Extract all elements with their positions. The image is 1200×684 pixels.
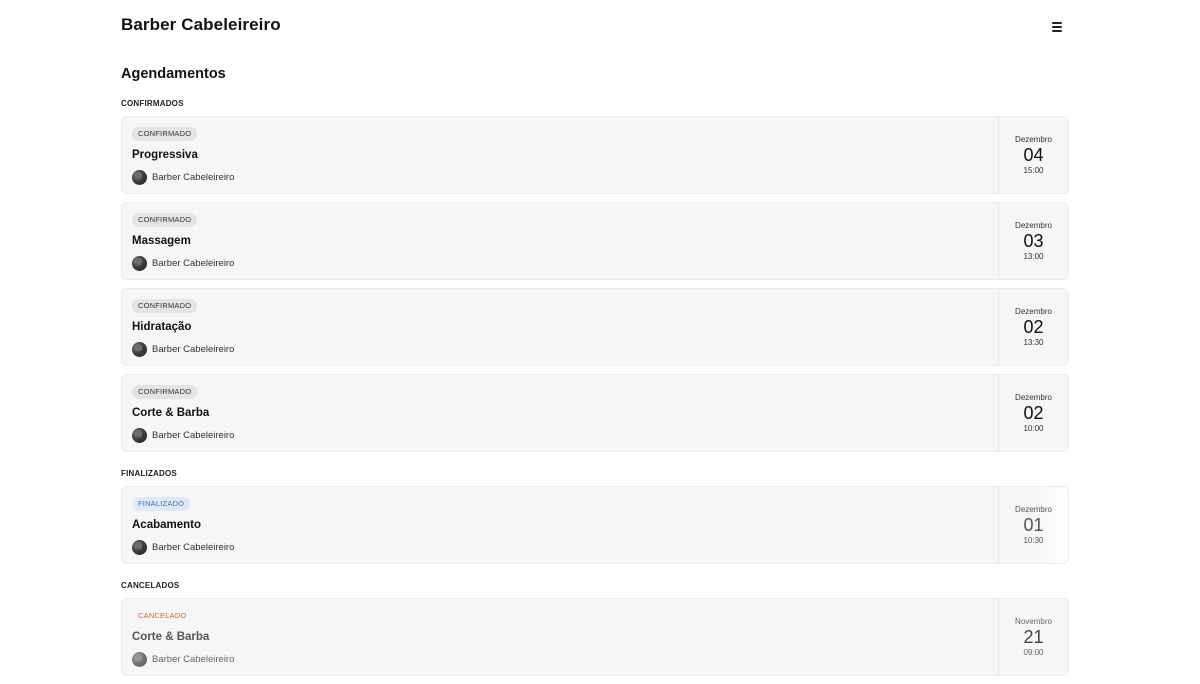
booking-time: 13:30	[1023, 338, 1044, 347]
barber-avatar	[132, 427, 147, 443]
service-name: Massagem	[132, 235, 191, 247]
booking-month: Dezembro	[1015, 135, 1052, 144]
booking-time: 10:30	[1023, 536, 1044, 545]
booking-day: 04	[1023, 145, 1044, 165]
booking-month: Dezembro	[1015, 505, 1052, 514]
barber-name: Barber Cabeleireiro	[152, 429, 235, 441]
status-badge: CONFIRMADO	[132, 213, 198, 227]
barber-name: Barber Cabeleireiro	[152, 257, 235, 269]
booking-card[interactable]: CONFIRMADO Massagem Barber Cabeleireiro …	[121, 202, 1069, 280]
booking-time: 13:00	[1023, 252, 1044, 261]
booking-date: Dezembro 02 13:30	[998, 289, 1068, 365]
booking-info: CONFIRMADO Progressiva Barber Cabeleirei…	[132, 117, 988, 193]
service-name: Corte & Barba	[132, 631, 210, 643]
booking-card[interactable]: FINALIZADO Acabamento Barber Cabeleireir…	[121, 486, 1069, 564]
booking-date: Novembro 21 09:00	[998, 599, 1068, 675]
barber-row: Barber Cabeleireiro	[132, 539, 234, 555]
barber-row: Barber Cabeleireiro	[132, 169, 234, 185]
booking-day: 02	[1023, 317, 1044, 337]
booking-day: 03	[1023, 231, 1044, 251]
service-name: Hidratação	[132, 321, 192, 333]
section-label-confirmed: CONFIRMADOS	[121, 99, 184, 108]
brand-title[interactable]: Barber Cabeleireiro	[121, 15, 281, 35]
status-badge: CONFIRMADO	[132, 385, 198, 399]
booking-month: Novembro	[1015, 617, 1052, 626]
barber-row: Barber Cabeleireiro	[132, 255, 234, 271]
service-name: Progressiva	[132, 149, 198, 161]
booking-time: 09:00	[1023, 648, 1044, 657]
section-label-cancelled: CANCELADOS	[121, 581, 180, 590]
booking-card[interactable]: CONFIRMADO Progressiva Barber Cabeleirei…	[121, 116, 1069, 194]
barber-name: Barber Cabeleireiro	[152, 171, 235, 183]
booking-time: 15:00	[1023, 166, 1044, 175]
barber-avatar	[132, 539, 147, 555]
booking-info: FINALIZADO Acabamento Barber Cabeleireir…	[132, 487, 988, 563]
barber-avatar	[132, 651, 147, 667]
booking-info: CONFIRMADO Hidratação Barber Cabeleireir…	[132, 289, 988, 365]
booking-info: CONFIRMADO Corte & Barba Barber Cabeleir…	[132, 375, 988, 451]
barber-name: Barber Cabeleireiro	[152, 343, 235, 355]
barber-row: Barber Cabeleireiro	[132, 341, 234, 357]
booking-card[interactable]: CANCELADO Corte & Barba Barber Cabeleire…	[121, 598, 1069, 676]
barber-avatar	[132, 255, 147, 271]
barber-name: Barber Cabeleireiro	[152, 653, 235, 665]
barber-avatar	[132, 341, 147, 357]
booking-card[interactable]: CONFIRMADO Hidratação Barber Cabeleireir…	[121, 288, 1069, 366]
barber-row: Barber Cabeleireiro	[132, 427, 234, 443]
status-badge: CONFIRMADO	[132, 127, 198, 141]
booking-date: Dezembro 04 15:00	[998, 117, 1068, 193]
booking-day: 01	[1023, 515, 1044, 535]
status-badge: CANCELADO	[138, 611, 187, 620]
hamburger-menu-icon[interactable]	[1047, 18, 1069, 36]
booking-card[interactable]: CONFIRMADO Corte & Barba Barber Cabeleir…	[121, 374, 1069, 452]
barber-row: Barber Cabeleireiro	[132, 651, 234, 667]
section-label-finished: FINALIZADOS	[121, 469, 177, 478]
top-bar: Barber Cabeleireiro	[121, 0, 1071, 52]
barber-avatar	[132, 169, 147, 185]
booking-day: 02	[1023, 403, 1044, 423]
page-title: Agendamentos	[121, 66, 226, 82]
booking-day: 21	[1023, 627, 1044, 647]
booking-month: Dezembro	[1015, 393, 1052, 402]
service-name: Corte & Barba	[132, 407, 210, 419]
booking-info: CONFIRMADO Massagem Barber Cabeleireiro	[132, 203, 988, 279]
booking-month: Dezembro	[1015, 307, 1052, 316]
booking-month: Dezembro	[1015, 221, 1052, 230]
status-badge: CONFIRMADO	[132, 299, 198, 313]
barber-name: Barber Cabeleireiro	[152, 541, 235, 553]
booking-date: Dezembro 03 13:00	[998, 203, 1068, 279]
status-badge: FINALIZADO	[132, 497, 191, 511]
service-name: Acabamento	[132, 519, 202, 531]
booking-time: 10:00	[1023, 424, 1044, 433]
booking-info: CANCELADO Corte & Barba Barber Cabeleire…	[132, 599, 988, 675]
booking-date: Dezembro 02 10:00	[998, 375, 1068, 451]
booking-date: Dezembro 01 10:30	[998, 487, 1068, 563]
